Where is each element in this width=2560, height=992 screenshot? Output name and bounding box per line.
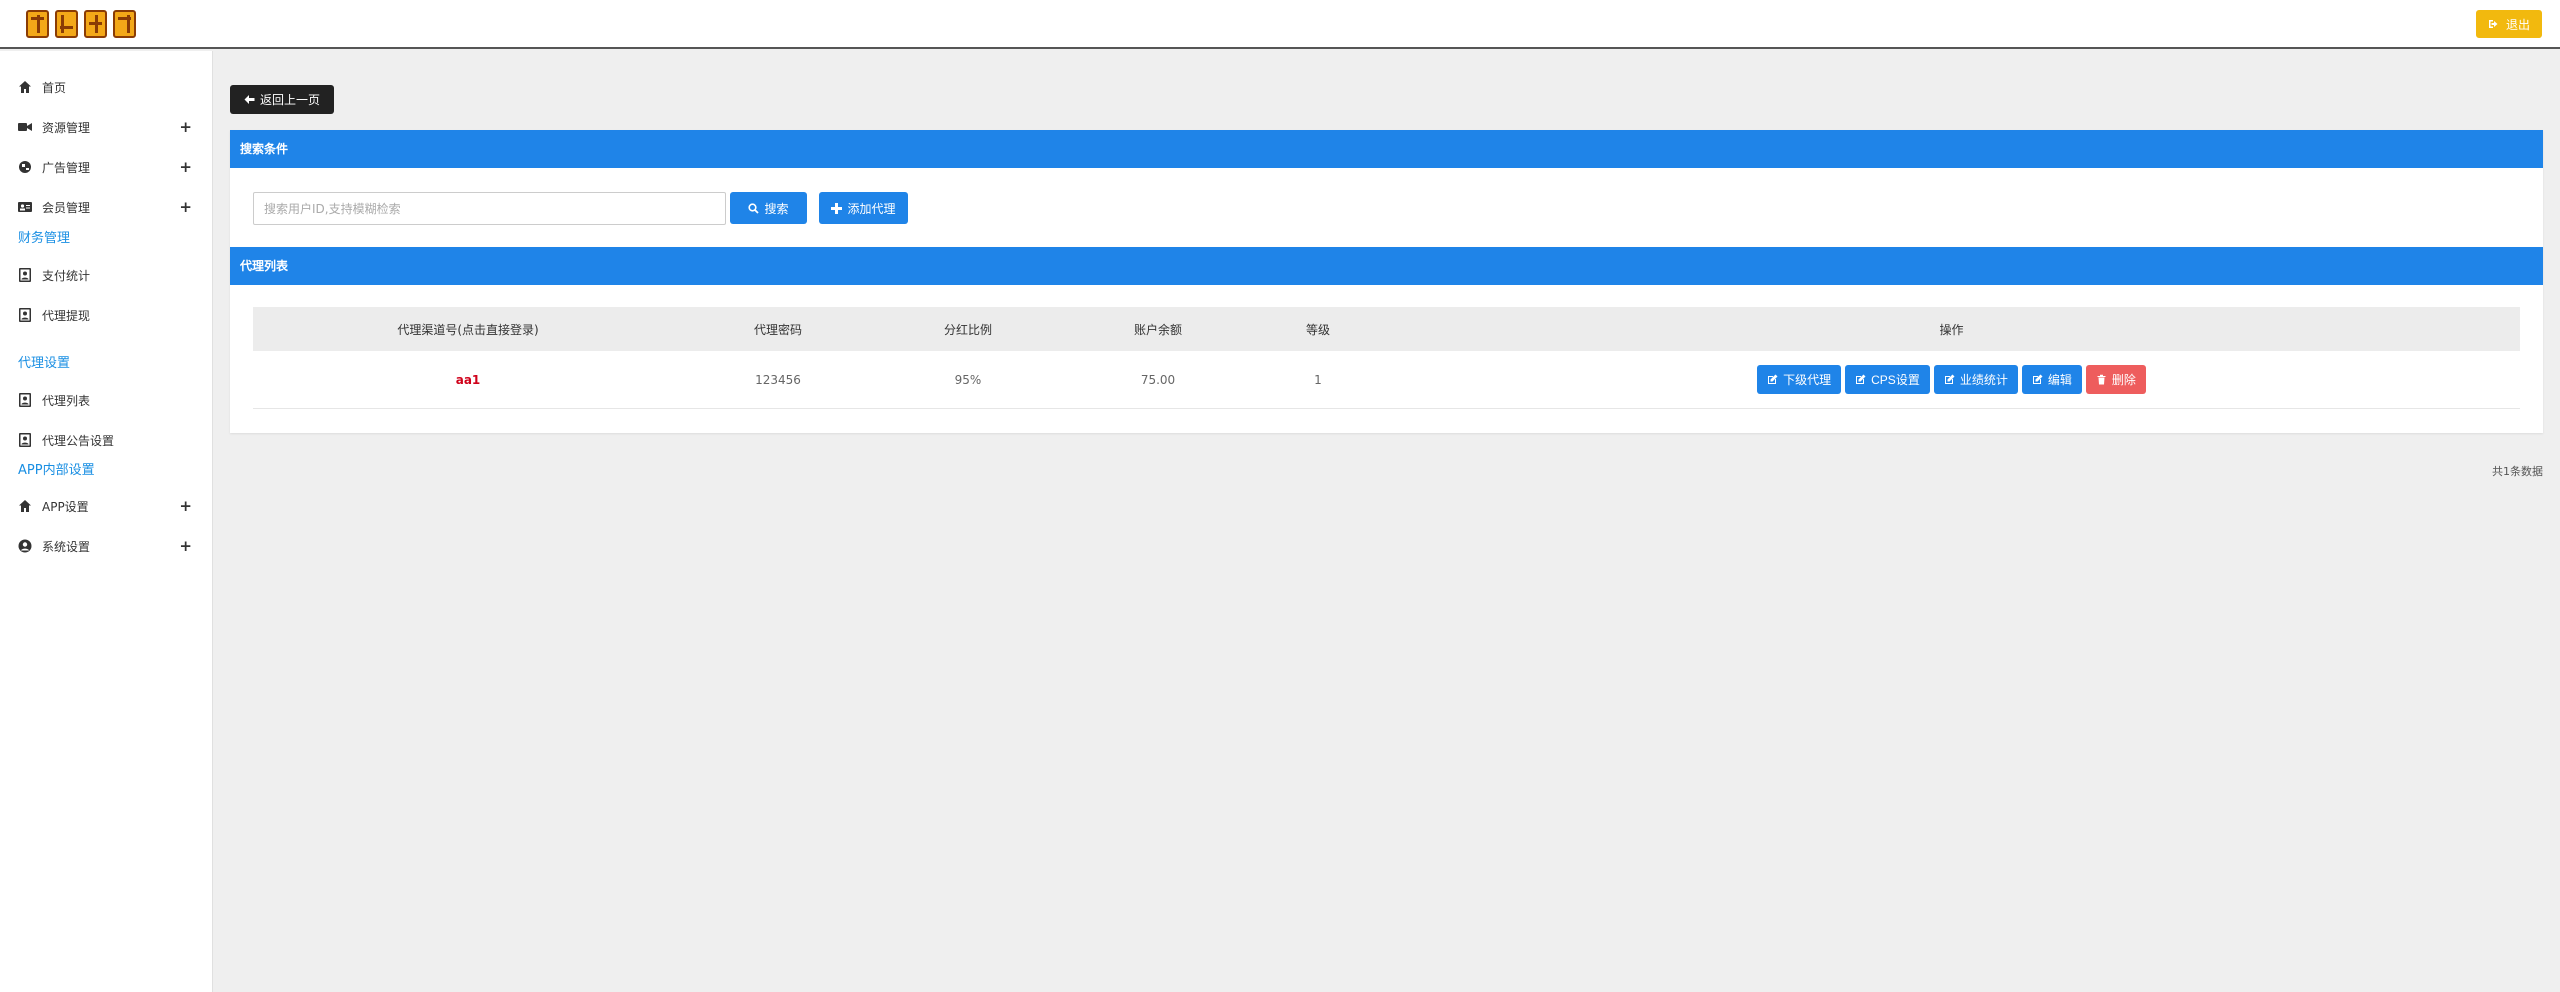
- trash-icon: [2097, 374, 2106, 385]
- logout-label: 退出: [2505, 17, 2530, 32]
- delete-label: 删除: [2111, 373, 2136, 387]
- agent-list-title: 代理列表: [230, 247, 2543, 285]
- sign-out-icon: [2488, 20, 2498, 28]
- logo-glyph: [113, 10, 136, 38]
- video-camera-icon: [16, 120, 34, 134]
- plus-icon: [831, 202, 843, 214]
- sidebar-item-ads[interactable]: 广告管理 +: [16, 156, 196, 178]
- sidebar-item-home[interactable]: 首页: [16, 76, 196, 98]
- column-header: 等级: [1305, 322, 1330, 337]
- column-header: 代理密码: [753, 322, 802, 337]
- column-header: 代理渠道号(点击直接登录): [397, 322, 539, 337]
- add-agent-label: 添加代理: [847, 201, 896, 216]
- expand-plus-icon[interactable]: +: [179, 158, 192, 176]
- edit-label: 编辑: [2047, 373, 2072, 387]
- logo-glyph: [26, 10, 49, 38]
- home-icon: [16, 499, 34, 513]
- user-badge-icon: [16, 268, 34, 282]
- column-header: 账户余额: [1133, 322, 1182, 337]
- expand-plus-icon[interactable]: +: [179, 497, 192, 515]
- edit-icon: [1768, 374, 1778, 384]
- agent-list-panel: 代理列表 代理渠道号(点击直接登录) 代理密码 分红比例 账户余额 等级 操作 …: [230, 247, 2543, 433]
- sidebar-item-resources[interactable]: 资源管理 +: [16, 116, 196, 138]
- total-count: 共1条数据: [2492, 465, 2543, 478]
- column-header: 操作: [1939, 322, 1964, 337]
- edit-icon: [1856, 374, 1866, 384]
- sub-agent-label: 下级代理: [1783, 373, 1832, 387]
- sidebar-item-app-settings[interactable]: APP设置 +: [16, 495, 196, 517]
- section-title-finance: 财务管理: [18, 231, 71, 246]
- id-card-icon: [16, 200, 34, 214]
- user-circle-icon: [16, 539, 34, 553]
- sidebar-item-label: 支付统计: [42, 268, 91, 283]
- sidebar-item-label: 代理列表: [42, 393, 91, 408]
- cell-password: 123456: [755, 372, 801, 387]
- sidebar-item-payment-stats[interactable]: 支付统计: [16, 264, 196, 286]
- top-header: 退出: [0, 0, 2560, 49]
- back-button[interactable]: 返回上一页: [230, 85, 334, 114]
- cell-level: 1: [1314, 372, 1322, 387]
- site-logo[interactable]: [26, 10, 136, 40]
- column-header: 分红比例: [943, 322, 992, 337]
- cell-balance: 75.00: [1140, 372, 1176, 387]
- sidebar-item-label: 代理公告设置: [42, 433, 115, 448]
- search-button-label: 搜索: [764, 201, 789, 216]
- search-icon: [748, 202, 760, 214]
- sidebar-item-system-settings[interactable]: 系统设置 +: [16, 535, 196, 557]
- section-title-app: APP内部设置: [18, 463, 95, 478]
- home-icon: [16, 80, 34, 94]
- table-header: 代理渠道号(点击直接登录) 代理密码 分红比例 账户余额 等级 操作: [253, 307, 2520, 351]
- performance-stats-button[interactable]: 业绩统计: [1933, 365, 2018, 394]
- performance-stats-label: 业绩统计: [1959, 373, 2008, 387]
- sidebar-item-label: 广告管理: [42, 160, 91, 175]
- sub-agent-button[interactable]: 下级代理: [1757, 365, 1842, 394]
- logout-button[interactable]: 退出: [2475, 10, 2542, 38]
- sidebar-item-label: 系统设置: [42, 539, 91, 554]
- expand-plus-icon[interactable]: +: [179, 118, 192, 136]
- search-panel-title: 搜索条件: [230, 130, 2543, 168]
- cell-code: aa1: [253, 373, 683, 387]
- logo-glyph: [55, 10, 78, 38]
- sidebar-item-label: 会员管理: [42, 200, 91, 215]
- edit-icon: [1944, 374, 1955, 384]
- sidebar-item-label: APP设置: [42, 499, 89, 514]
- user-badge-icon: [16, 393, 34, 407]
- edit-button[interactable]: 编辑: [2021, 365, 2082, 394]
- sidebar-item-label: 首页: [42, 80, 67, 95]
- sidebar-item-members[interactable]: 会员管理 +: [16, 196, 196, 218]
- search-panel: 搜索条件 搜索 添加代理: [230, 130, 2543, 247]
- edit-icon: [2032, 374, 2043, 384]
- table-row: aa1 123456 95% 75.00 1 下级代理 CPS设置 业绩统计 编…: [253, 351, 2520, 409]
- sidebar-item-agent-withdraw[interactable]: 代理提现: [16, 304, 196, 326]
- agent-table: 代理渠道号(点击直接登录) 代理密码 分红比例 账户余额 等级 操作 aa1 1…: [253, 307, 2520, 409]
- sidebar-item-label: 资源管理: [42, 120, 91, 135]
- section-title-agent: 代理设置: [18, 356, 71, 371]
- add-agent-button[interactable]: 添加代理: [819, 192, 908, 224]
- cps-settings-label: CPS设置: [1871, 373, 1920, 387]
- back-label: 返回上一页: [259, 93, 320, 107]
- sidebar: 首页 资源管理 + 广告管理 + 会员管理 + 财务管理 支付统计 代理提现 代…: [0, 51, 213, 992]
- arrow-left-icon: [244, 95, 255, 104]
- globe-icon: [16, 160, 34, 174]
- agent-code-link[interactable]: aa1: [456, 373, 481, 387]
- sidebar-item-agent-list[interactable]: 代理列表: [16, 389, 196, 411]
- sidebar-item-agent-notice[interactable]: 代理公告设置: [16, 429, 196, 451]
- cps-settings-button[interactable]: CPS设置: [1845, 365, 1930, 394]
- sidebar-item-label: 代理提现: [42, 308, 91, 323]
- cell-actions: 下级代理 CPS设置 业绩统计 编辑 删除: [1383, 365, 2520, 394]
- user-badge-icon: [16, 308, 34, 322]
- user-badge-icon: [16, 433, 34, 447]
- search-button[interactable]: 搜索: [730, 192, 807, 224]
- expand-plus-icon[interactable]: +: [179, 198, 192, 216]
- search-input[interactable]: [253, 192, 726, 225]
- delete-button[interactable]: 删除: [2085, 365, 2146, 394]
- logo-glyph: [84, 10, 107, 38]
- cell-ratio: 95%: [954, 372, 982, 387]
- expand-plus-icon[interactable]: +: [179, 537, 192, 555]
